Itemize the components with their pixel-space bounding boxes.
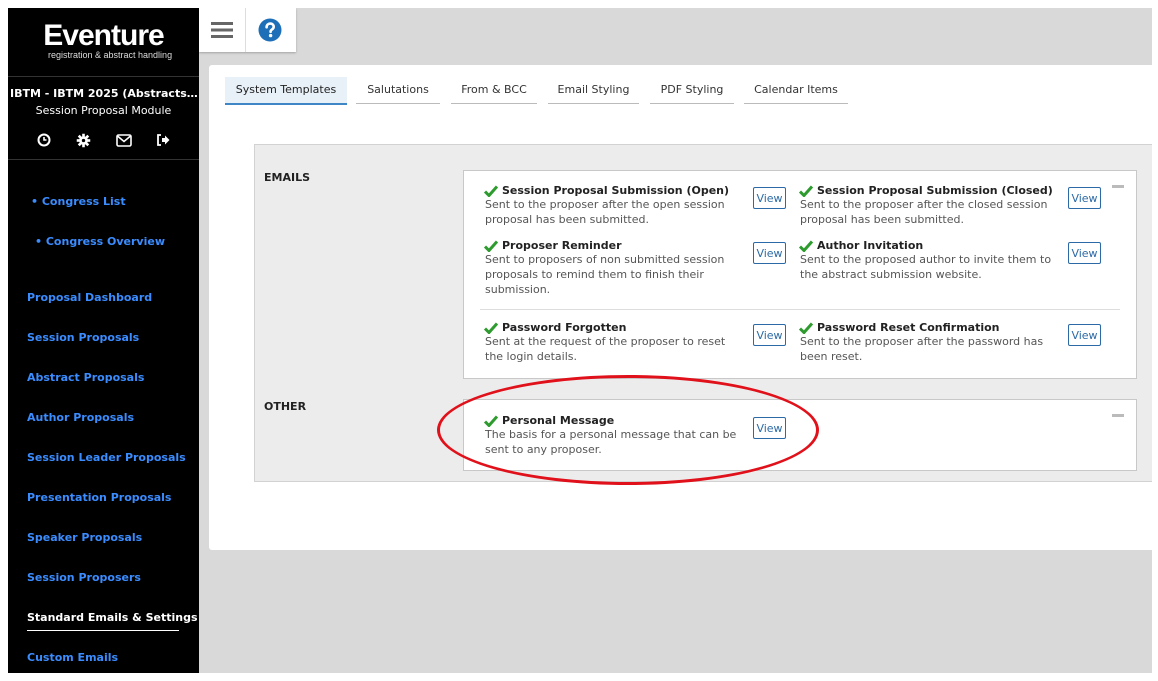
sidebar-item-custom-emails[interactable]: Custom Emails (27, 651, 118, 664)
event-info: IBTM - IBTM 2025 (Abstracts & Par... Ses… (8, 76, 200, 160)
template-item: Session Proposal Submission (Open) Sent … (484, 184, 784, 227)
template-item: Personal Message The basis for a persona… (484, 414, 784, 457)
sidebar-item-speaker-proposals[interactable]: Speaker Proposals (27, 531, 142, 544)
template-description: Sent to the proposer after the open sess… (485, 198, 725, 226)
view-button[interactable]: View (1068, 324, 1101, 346)
app-frame: Eventure registration & abstract handlin… (8, 8, 1152, 673)
sidebar-item-session-leader-proposals[interactable]: Session Leader Proposals (27, 451, 186, 464)
view-button[interactable]: View (753, 324, 786, 346)
template-title-text: Session Proposal Submission (Open) (502, 184, 730, 197)
template-title-text: Personal Message (502, 414, 615, 427)
tab-salutations[interactable]: Salutations (356, 77, 440, 104)
collapse-icon[interactable] (1112, 414, 1124, 417)
sidebar-item-congress-overview[interactable]: • Congress Overview (35, 235, 165, 248)
template-item: Proposer Reminder Sent to proposers of n… (484, 239, 784, 297)
template-item: Password Forgotten Sent at the request o… (484, 321, 784, 364)
template-title-text: Proposer Reminder (502, 239, 622, 252)
template-title-text: Author Invitation (817, 239, 924, 252)
view-button[interactable]: View (1068, 242, 1101, 264)
check-icon (799, 322, 813, 334)
check-icon (484, 240, 498, 252)
sidebar-icon-row (8, 131, 199, 149)
check-icon (484, 185, 498, 197)
tab-email-styling[interactable]: Email Styling (548, 77, 639, 104)
main-panel: System Templates Salutations From & BCC … (209, 65, 1152, 550)
template-item: Author Invitation Sent to the proposed a… (799, 239, 1099, 282)
help-button[interactable] (247, 8, 293, 52)
divider (480, 309, 1120, 310)
template-description: Sent at the request of the proposer to r… (485, 335, 726, 363)
tab-pdf-styling[interactable]: PDF Styling (650, 77, 734, 104)
template-description: Sent to the proposed author to invite th… (800, 253, 1052, 281)
gear-icon[interactable] (75, 131, 93, 149)
help-icon (258, 18, 282, 42)
sidebar: Eventure registration & abstract handlin… (8, 8, 200, 673)
templates-container: EMAILS OTHER Session Proposal Submission… (254, 144, 1152, 482)
collapse-icon[interactable] (1112, 185, 1124, 188)
template-title-text: Password Forgotten (502, 321, 627, 334)
tab-from-bcc[interactable]: From & BCC (451, 77, 537, 104)
check-icon (799, 240, 813, 252)
event-module: Session Proposal Module (35, 104, 172, 117)
template-description: The basis for a personal message that ca… (485, 428, 737, 456)
tab-calendar-items[interactable]: Calendar Items (744, 77, 848, 104)
menu-button[interactable] (199, 8, 246, 52)
template-description: Sent to the proposer after the closed se… (800, 198, 1048, 226)
template-title: Personal Message (484, 414, 784, 427)
logo-text: Eventure (43, 19, 164, 52)
top-toolbar (199, 8, 296, 52)
sidebar-item-session-proposers[interactable]: Session Proposers (27, 571, 141, 584)
logo: Eventure registration & abstract handlin… (8, 8, 199, 78)
template-description: Sent to proposers of non submitted sessi… (485, 253, 725, 296)
sidebar-item-proposal-dashboard[interactable]: Proposal Dashboard (27, 291, 152, 304)
template-title-text: Password Reset Confirmation (817, 321, 1000, 334)
view-button[interactable]: View (753, 242, 786, 264)
sidebar-item-session-proposals[interactable]: Session Proposals (27, 331, 139, 344)
sidebar-item-congress-list[interactable]: • Congress List (31, 195, 126, 208)
template-title: Proposer Reminder (484, 239, 784, 252)
sidebar-item-abstract-proposals[interactable]: Abstract Proposals (27, 371, 144, 384)
other-card: Personal Message The basis for a persona… (463, 399, 1137, 471)
sidebar-item-presentation-proposals[interactable]: Presentation Proposals (27, 491, 171, 504)
view-button[interactable]: View (753, 417, 786, 439)
template-title-text: Session Proposal Submission (Closed) (817, 184, 1053, 197)
check-icon (484, 415, 498, 427)
template-title: Password Forgotten (484, 321, 784, 334)
template-item: Password Reset Confirmation Sent to the … (799, 321, 1099, 364)
tab-system-templates[interactable]: System Templates (225, 77, 347, 105)
section-emails-label: EMAILS (264, 171, 310, 184)
clock-icon[interactable] (35, 131, 53, 149)
section-other-label: OTHER (264, 400, 307, 413)
check-icon (799, 185, 813, 197)
logo-tagline: registration & abstract handling (48, 50, 173, 60)
view-button[interactable]: View (1068, 187, 1101, 209)
event-name: IBTM - IBTM 2025 (Abstracts & Par... (10, 87, 200, 100)
template-title: Session Proposal Submission (Closed) (799, 184, 1099, 197)
view-button[interactable]: View (753, 187, 786, 209)
hamburger-icon (211, 22, 233, 38)
template-title: Author Invitation (799, 239, 1099, 252)
template-item: Session Proposal Submission (Closed) Sen… (799, 184, 1099, 227)
template-title: Password Reset Confirmation (799, 321, 1099, 334)
template-description: Sent to the proposer after the password … (800, 335, 1044, 363)
check-icon (484, 322, 498, 334)
mail-icon[interactable] (115, 131, 133, 149)
template-title: Session Proposal Submission (Open) (484, 184, 784, 197)
sidebar-item-standard-emails[interactable]: Standard Emails & Settings (27, 611, 198, 631)
logout-icon[interactable] (155, 131, 173, 149)
sidebar-item-author-proposals[interactable]: Author Proposals (27, 411, 134, 424)
emails-card: Session Proposal Submission (Open) Sent … (463, 170, 1137, 379)
